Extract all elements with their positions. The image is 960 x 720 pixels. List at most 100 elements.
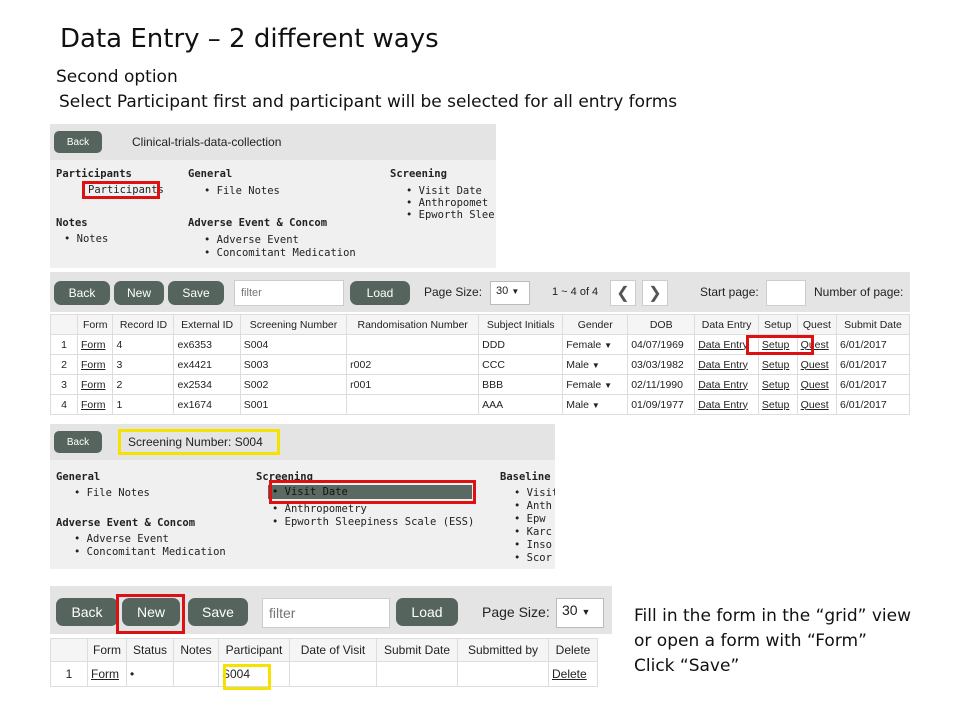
data-entry-link[interactable]: Data Entry [694,354,759,375]
screening-number-cell[interactable]: S003 [239,354,348,375]
randomisation-cell[interactable]: r001 [346,374,480,395]
quest-link[interactable]: Quest [796,374,838,395]
record-id-cell[interactable]: 3 [112,354,175,375]
page-size-select[interactable]: 30 ▼ [556,598,604,628]
randomisation-cell[interactable] [346,394,480,415]
baseline-item[interactable]: • Karc [514,526,555,539]
column-header: Delete [548,638,598,662]
back-button[interactable]: Back [54,131,102,153]
dropdown-arrow-icon: ▼ [604,380,613,390]
file-notes-item[interactable]: • File Notes [74,487,150,499]
gender-value: Male [566,358,589,371]
anthropometry-label: Anthropometry [284,503,367,515]
screening-number-cell[interactable]: S002 [239,374,348,395]
file-notes-label: File Notes [216,185,280,197]
external-id-cell[interactable]: ex1674 [173,394,241,415]
form-link[interactable]: Form [76,394,114,415]
data-entry-link[interactable]: Data Entry [694,394,759,415]
table-row: 2 Form 3 ex4421 S003 r002 CCC Male ▼ 03/… [50,354,910,375]
save-button[interactable]: Save [168,281,224,305]
prev-page-icon[interactable]: ❮ [610,280,636,306]
page-size-value: 30 [496,285,509,297]
randomisation-cell[interactable]: r002 [346,354,480,375]
data-entry-link[interactable]: Data Entry [694,374,759,395]
page-size-select[interactable]: 30 ▼ [490,281,530,305]
date-of-visit-cell[interactable] [289,661,377,687]
setup-link[interactable]: Setup [757,374,798,395]
table-header-row: Form Status Notes Participant Date of Vi… [50,638,598,662]
external-id-cell[interactable]: ex2534 [173,374,241,395]
status-cell[interactable]: • [126,661,174,687]
baseline-heading: Baseline [500,471,551,483]
baseline-item[interactable]: • Inso [514,539,555,552]
record-id-cell[interactable]: 1 [112,394,175,415]
gender-select[interactable]: Female ▼ [562,374,629,395]
delete-link[interactable]: Delete [548,661,598,687]
new-button[interactable]: New [114,281,164,305]
concomitant-item[interactable]: • Concomitant Medication [204,247,356,259]
baseline-item[interactable]: • Anth [514,500,555,513]
epworth-item[interactable]: • Epworth Sleepiness Scale (ESS) [272,516,474,528]
quest-link[interactable]: Quest [796,354,838,375]
setup-link[interactable]: Setup [757,394,798,415]
initials-cell[interactable]: CCC [478,354,564,375]
anthropometry-item[interactable]: • Anthropomet [406,197,496,209]
filter-input[interactable] [234,280,344,306]
save-button[interactable]: Save [188,598,248,626]
adverse-event-item[interactable]: • Adverse Event [204,234,299,246]
table-header-row: Form Record ID External ID Screening Num… [50,314,910,335]
app-title: Clinical-trials-data-collection [132,135,282,149]
external-id-cell[interactable]: ex6353 [173,334,241,355]
back-button[interactable]: Back [54,431,102,453]
dob-cell[interactable]: 03/03/1982 [627,354,696,375]
gender-select[interactable]: Male ▼ [562,354,629,375]
screening-number-cell[interactable]: S004 [239,334,348,355]
record-id-cell[interactable]: 4 [112,334,175,355]
note-line: or open a form with “Form” [634,631,867,651]
epworth-item[interactable]: • Epworth Slee [406,209,496,221]
notes-cell[interactable] [173,661,219,687]
column-header [50,638,88,662]
form-link[interactable]: Form [76,354,114,375]
dropdown-arrow-icon: ▼ [604,340,613,350]
gender-select[interactable]: Male ▼ [562,394,629,415]
dob-cell[interactable]: 01/09/1977 [627,394,696,415]
concomitant-label: Concomitant Medication [86,546,226,558]
participant-menu-panel: Back Screening Number: S004 General • Fi… [50,424,555,569]
load-button[interactable]: Load [350,281,410,305]
baseline-item[interactable]: • Epw [514,513,555,526]
screening-number-cell[interactable]: S001 [239,394,348,415]
record-id-cell[interactable]: 2 [112,374,175,395]
baseline-item[interactable]: • Scor [514,552,555,565]
external-id-cell[interactable]: ex4421 [173,354,241,375]
dob-cell[interactable]: 04/07/1969 [627,334,696,355]
concomitant-item[interactable]: • Concomitant Medication [74,546,226,558]
setup-link[interactable]: Setup [757,354,798,375]
initials-cell[interactable]: BBB [478,374,564,395]
visit-date-item[interactable]: • Visit Date [406,185,496,197]
randomisation-cell[interactable] [346,334,480,355]
notes-item-label: Notes [76,233,109,245]
back-button[interactable]: Back [54,281,110,305]
baseline-item-label: Epw [526,513,546,525]
form-link[interactable]: Form [76,334,114,355]
next-page-icon[interactable]: ❯ [642,280,668,306]
file-notes-item[interactable]: • File Notes [204,185,280,197]
notes-item[interactable]: • Notes [64,233,108,245]
form-link[interactable]: Form [76,374,114,395]
gender-select[interactable]: Female ▼ [562,334,629,355]
start-page-input[interactable] [766,280,806,306]
back-button[interactable]: Back [56,598,118,626]
dob-cell[interactable]: 02/11/1990 [627,374,696,395]
filter-input[interactable] [262,598,390,628]
row-number: 2 [50,354,78,375]
initials-cell[interactable]: DDD [478,334,564,355]
adverse-event-item[interactable]: • Adverse Event [74,533,169,545]
quest-link[interactable]: Quest [796,394,838,415]
anthropometry-item[interactable]: • Anthropometry [272,503,367,515]
form-link[interactable]: Form [87,661,127,687]
baseline-item[interactable]: • Visit [514,487,555,500]
initials-cell[interactable]: AAA [478,394,564,415]
load-button[interactable]: Load [396,598,458,626]
participants-highlight [82,181,160,199]
